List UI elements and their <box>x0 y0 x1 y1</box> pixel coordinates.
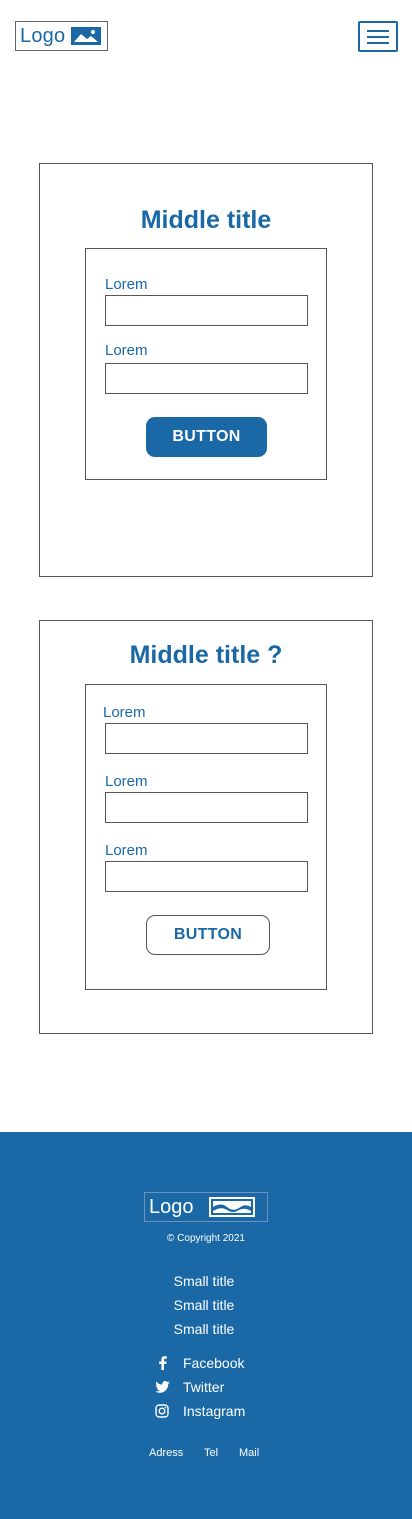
image-icon <box>71 27 102 45</box>
facebook-icon <box>153 1355 171 1371</box>
form1-field1-input[interactable] <box>105 295 308 326</box>
copyright: © Copyright 2021 <box>167 1233 245 1244</box>
footer-logo[interactable]: Logo <box>144 1192 268 1222</box>
form-panel-2: Middle title ? Lorem Lorem Lorem BUTTON <box>39 620 373 1034</box>
form-panel-1: Middle title Lorem Lorem BUTTON <box>39 163 373 577</box>
form1-field2-input[interactable] <box>105 363 308 394</box>
form2-field1-label: Lorem <box>103 704 146 721</box>
twitter-label: Twitter <box>183 1379 225 1395</box>
instagram-link[interactable]: Instagram <box>153 1403 245 1419</box>
contact-mail[interactable]: Mail <box>239 1447 259 1459</box>
logo-text: Logo <box>20 24 66 47</box>
menu-bar <box>367 35 389 38</box>
twitter-link[interactable]: Twitter <box>153 1379 224 1395</box>
form2-submit-button[interactable]: BUTTON <box>146 915 270 955</box>
footer-logo-text: Logo <box>149 1195 194 1218</box>
form1-field1-label: Lorem <box>105 276 148 293</box>
facebook-link[interactable]: Facebook <box>153 1355 244 1371</box>
instagram-label: Instagram <box>183 1403 246 1419</box>
form2-field3-label: Lorem <box>105 842 148 859</box>
contact-tel[interactable]: Tel <box>204 1447 218 1459</box>
menu-bar <box>367 29 389 32</box>
form2-title: Middle title ? <box>129 641 283 669</box>
form1-field2-label: Lorem <box>105 342 148 359</box>
instagram-icon <box>153 1403 171 1419</box>
form1-box: Lorem Lorem BUTTON <box>85 248 327 480</box>
footer: Logo © Copyright 2021 Small title Small … <box>0 1132 412 1519</box>
form2-field2-input[interactable] <box>105 792 308 823</box>
footer-small-title-3[interactable]: Small title <box>0 1321 408 1337</box>
hamburger-menu-icon[interactable] <box>358 21 398 52</box>
twitter-icon <box>153 1379 171 1395</box>
contact-address[interactable]: Adress <box>149 1447 183 1459</box>
image-icon <box>208 1197 255 1217</box>
form2-field1-input[interactable] <box>105 723 308 754</box>
footer-small-title-2[interactable]: Small title <box>0 1297 408 1313</box>
form2-field3-input[interactable] <box>105 861 308 892</box>
form2-field2-label: Lorem <box>105 773 148 790</box>
form2-box: Lorem Lorem Lorem BUTTON <box>85 684 327 990</box>
facebook-label: Facebook <box>183 1355 245 1371</box>
header-logo[interactable]: Logo <box>15 21 108 51</box>
footer-small-title-1[interactable]: Small title <box>0 1273 408 1289</box>
menu-bar <box>367 41 389 44</box>
form1-title: Middle title <box>140 206 272 234</box>
form1-submit-button[interactable]: BUTTON <box>146 417 267 457</box>
